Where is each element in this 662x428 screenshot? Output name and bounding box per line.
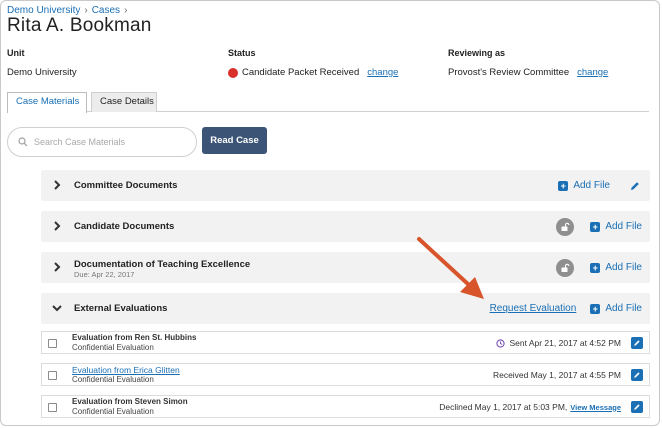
evaluation-row: Evaluation from Ren St. Hubbins Confiden… <box>41 331 650 354</box>
evaluation-type: Confidential Evaluation <box>72 375 154 384</box>
unit-value-text: Demo University <box>7 67 77 78</box>
evaluation-type: Confidential Evaluation <box>72 407 154 416</box>
section-actions: + Add File <box>556 252 642 283</box>
evaluation-row: Evaluation from Steven Simon Confidentia… <box>41 395 650 418</box>
evaluation-status-text: Declined May 1, 2017 at 5:03 PM, <box>439 402 568 412</box>
row-checkbox[interactable] <box>48 339 57 348</box>
unlock-icon[interactable] <box>556 258 575 277</box>
add-file-button[interactable]: + Add File <box>590 303 642 314</box>
chevron-right-icon[interactable] <box>51 179 63 191</box>
status-change-link[interactable]: change <box>367 67 398 78</box>
section-actions: + Add File <box>558 170 642 201</box>
evaluation-status: Declined May 1, 2017 at 5:03 PM, View Me… <box>439 402 621 412</box>
reviewing-label: Reviewing as <box>448 48 506 58</box>
edit-icon[interactable] <box>631 401 643 413</box>
evaluation-name: Evaluation from Ren St. Hubbins <box>72 333 197 342</box>
add-file-button[interactable]: + Add File <box>590 221 642 232</box>
section-actions: Request Evaluation + Add File <box>490 293 642 324</box>
edit-icon[interactable] <box>631 337 643 349</box>
section-committee-documents[interactable]: Committee Documents + Add File <box>41 170 650 201</box>
pencil-icon[interactable] <box>628 179 642 193</box>
edit-icon[interactable] <box>631 369 643 381</box>
section-title: Documentation of Teaching Excellence <box>74 259 251 270</box>
request-evaluation-link[interactable]: Request Evaluation <box>490 303 577 314</box>
evaluation-row: Evaluation from Erica Glitten Confidenti… <box>41 363 650 386</box>
section-actions: + Add File <box>556 211 642 242</box>
add-file-label: Add File <box>573 180 610 191</box>
section-teaching-excellence[interactable]: Documentation of Teaching Excellence Due… <box>41 252 650 283</box>
section-title: Candidate Documents <box>74 221 175 232</box>
reviewing-value: Provost's Review Committee change <box>448 67 608 78</box>
reviewing-change-link[interactable]: change <box>577 67 608 78</box>
chevron-down-icon[interactable] <box>51 302 63 314</box>
add-file-label: Add File <box>605 303 642 314</box>
read-case-button[interactable]: Read Case <box>202 127 267 154</box>
evaluation-status-text: Received May 1, 2017 at 4:55 PM <box>492 370 621 380</box>
search-icon <box>18 137 28 147</box>
search-box <box>7 127 197 157</box>
section-external-evaluations[interactable]: External Evaluations Request Evaluation … <box>41 293 650 324</box>
unit-value: Demo University <box>7 67 77 78</box>
status-value-text: Candidate Packet Received <box>242 67 360 78</box>
section-title: External Evaluations <box>74 303 168 314</box>
evaluation-status: Sent Apr 21, 2017 at 4:52 PM <box>496 338 621 348</box>
unlock-icon[interactable] <box>556 217 575 236</box>
page-title: Rita A. Bookman <box>7 15 152 36</box>
tab-bar: Case Materials Case Details <box>7 92 649 113</box>
unit-label: Unit <box>7 48 25 58</box>
section-due-date: Due: Apr 22, 2017 <box>74 270 135 279</box>
evaluation-name-link[interactable]: Evaluation from Erica Glitten <box>72 365 180 375</box>
chevron-right-icon[interactable] <box>51 261 63 273</box>
status-value: Candidate Packet Received change <box>228 67 398 78</box>
evaluation-name: Evaluation from Steven Simon <box>72 397 188 406</box>
section-candidate-documents[interactable]: Candidate Documents + Add File <box>41 211 650 242</box>
row-checkbox[interactable] <box>48 371 57 380</box>
evaluation-type: Confidential Evaluation <box>72 343 154 352</box>
row-checkbox[interactable] <box>48 403 57 412</box>
plus-icon: + <box>590 221 601 232</box>
case-page: Demo University › Cases › Rita A. Bookman U… <box>0 0 660 426</box>
status-label: Status <box>228 48 256 58</box>
reviewing-value-text: Provost's Review Committee <box>448 67 570 78</box>
tab-case-details[interactable]: Case Details <box>91 92 157 112</box>
chevron-right-icon[interactable] <box>51 220 63 232</box>
search-input[interactable] <box>34 137 184 147</box>
plus-icon: + <box>590 262 601 273</box>
view-message-link[interactable]: View Message <box>570 403 621 412</box>
tab-case-materials[interactable]: Case Materials <box>7 92 87 113</box>
add-file-button[interactable]: + Add File <box>590 262 642 273</box>
clock-icon <box>496 338 506 348</box>
add-file-button[interactable]: + Add File <box>558 180 610 191</box>
status-dot-icon <box>228 67 238 78</box>
section-title: Committee Documents <box>74 180 178 191</box>
evaluation-status-text: Sent Apr 21, 2017 at 4:52 PM <box>509 338 621 348</box>
plus-icon: + <box>590 303 601 314</box>
evaluation-status: Received May 1, 2017 at 4:55 PM <box>493 370 621 380</box>
plus-icon: + <box>558 180 569 191</box>
add-file-label: Add File <box>605 262 642 273</box>
add-file-label: Add File <box>605 221 642 232</box>
